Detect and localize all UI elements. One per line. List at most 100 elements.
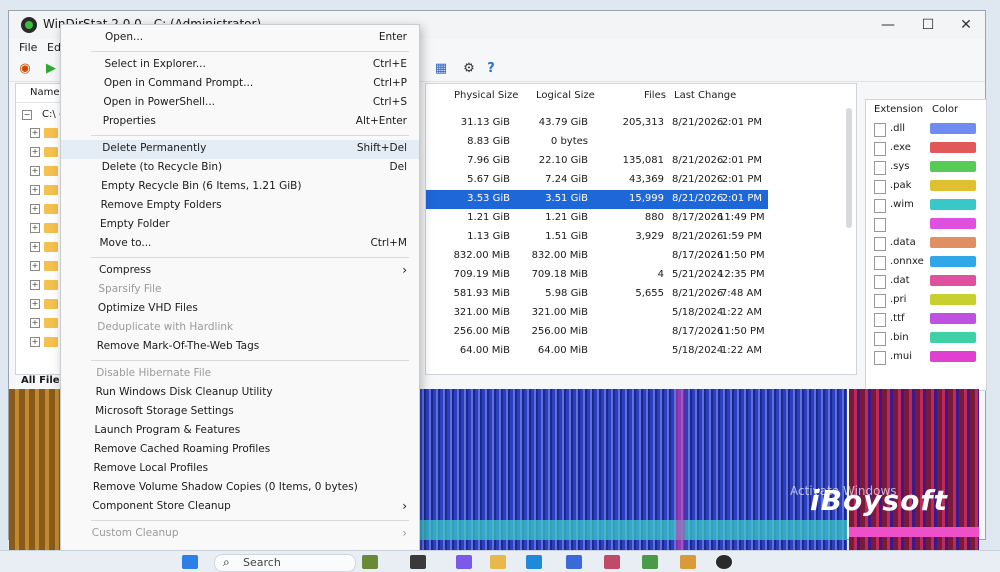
extension-row[interactable]: .dat [866, 272, 986, 291]
taskbar-app-icon[interactable] [604, 555, 620, 569]
extension-row[interactable]: .bin [866, 329, 986, 348]
table-row[interactable]: 709.19 MiB 709.18 MiB 4 5/21/2024 12:35 PM [426, 266, 768, 285]
expand-icon[interactable]: + [30, 261, 40, 271]
column-extension[interactable]: Extension [874, 104, 923, 115]
extension-row[interactable]: .pri [866, 291, 986, 310]
edge-icon[interactable] [526, 555, 542, 569]
treemap-right[interactable] [849, 389, 979, 557]
expand-icon[interactable]: + [30, 128, 40, 138]
context-menu-item[interactable]: Select in Explorer... Ctrl+E [61, 56, 419, 75]
expand-icon[interactable]: + [30, 204, 40, 214]
extension-row[interactable]: .pak [866, 177, 986, 196]
windows-start-icon[interactable] [182, 555, 198, 569]
expand-icon[interactable]: + [30, 166, 40, 176]
taskbar-app-icon[interactable] [362, 555, 378, 569]
context-menu-item[interactable]: Delete Permanently Shift+Del [61, 140, 419, 159]
column-physical-size[interactable]: Physical Size [454, 90, 518, 101]
expand-icon[interactable]: + [30, 299, 40, 309]
column-files[interactable]: Files [644, 90, 666, 101]
cell-files: 15,999 [629, 193, 664, 204]
file-explorer-icon[interactable] [490, 555, 506, 569]
table-row[interactable]: 31.13 GiB 43.79 GiB 205,313 8/21/2026 2:01 P… [426, 114, 768, 133]
close-icon[interactable]: ✕ [951, 15, 981, 35]
context-menu-item[interactable]: Remove Mark-Of-The-Web Tags [61, 338, 419, 357]
context-menu-item[interactable]: Open in Command Prompt... Ctrl+P [61, 75, 419, 94]
extension-row[interactable]: .dll [866, 120, 986, 139]
taskbar-app-icon[interactable] [680, 555, 696, 569]
table-row[interactable]: 321.00 MiB 321.00 MiB 5/18/2024 1:22 AM [426, 304, 768, 323]
extension-row[interactable]: .onnxe [866, 253, 986, 272]
expand-icon[interactable]: + [30, 280, 40, 290]
color-swatch [930, 294, 976, 305]
treemap-left[interactable] [9, 389, 65, 557]
extension-row[interactable] [866, 215, 986, 234]
color-swatch [930, 142, 976, 153]
menu-file[interactable]: File [19, 41, 37, 54]
extension-row[interactable]: .wim [866, 196, 986, 215]
column-last-change[interactable]: Last Change [674, 90, 736, 101]
play-icon[interactable]: ▶ [43, 61, 59, 77]
list-scrollbar[interactable] [846, 108, 852, 228]
context-menu-item[interactable]: Optimize VHD Files [61, 300, 419, 319]
treemap-main[interactable] [419, 389, 847, 557]
taskbar-search[interactable]: ⌕ Search [214, 554, 356, 572]
table-row[interactable]: 7.96 GiB 22.10 GiB 135,081 8/21/2026 2:01 PM [426, 152, 768, 171]
context-menu-item[interactable]: Move to... Ctrl+M [61, 235, 419, 254]
gear-icon[interactable]: ⚙ [461, 61, 477, 77]
copilot-icon[interactable] [456, 555, 472, 569]
extension-row[interactable]: .sys [866, 158, 986, 177]
treemap-icon[interactable]: ▦ [433, 61, 449, 77]
help-icon[interactable]: ? [483, 61, 499, 77]
column-color[interactable]: Color [932, 104, 958, 115]
extension-row[interactable]: .mui [866, 348, 986, 367]
watermark: iBoysoft [810, 484, 948, 517]
column-logical-size[interactable]: Logical Size [536, 90, 595, 101]
taskbar-app-icon[interactable] [642, 555, 658, 569]
collapse-icon[interactable]: − [22, 110, 32, 120]
context-menu-item[interactable]: Remove Local Profiles [61, 460, 419, 479]
windirstat-taskbar-icon[interactable] [716, 555, 732, 569]
extension-row[interactable]: .exe [866, 139, 986, 158]
minimize-icon[interactable]: — [873, 15, 903, 35]
table-row[interactable]: 3.53 GiB 3.51 GiB 15,999 8/21/2026 2:01 PM [426, 190, 768, 209]
context-menu-item[interactable]: Microsoft Storage Settings [61, 403, 419, 422]
table-row[interactable]: 64.00 MiB 64.00 MiB 5/18/2024 1:22 AM [426, 342, 768, 361]
table-row[interactable]: 581.93 MiB 5.98 GiB 5,655 8/21/2026 7:48 AM [426, 285, 768, 304]
extension-row[interactable]: .ttf [866, 310, 986, 329]
context-menu-item[interactable]: Delete (to Recycle Bin) Del [61, 159, 419, 178]
context-menu-item[interactable]: Remove Volume Shadow Copies (0 Items, 0 … [61, 479, 419, 498]
cell-physical-size: 3.53 GiB [467, 193, 510, 204]
context-menu-item[interactable]: Remove Cached Roaming Profiles [61, 441, 419, 460]
taskbar-app-icon[interactable] [410, 555, 426, 569]
context-menu-item[interactable]: Open in PowerShell... Ctrl+S [61, 94, 419, 113]
cell-physical-size: 256.00 MiB [453, 326, 510, 337]
table-row[interactable]: 5.67 GiB 7.24 GiB 43,369 8/21/2026 2:01 PM [426, 171, 768, 190]
menu-item-label: Optimize VHD Files [97, 302, 198, 314]
context-menu-item[interactable]: Properties Alt+Enter [61, 113, 419, 132]
menu-item-shortcut: Ctrl+E [372, 58, 407, 70]
expand-icon[interactable]: + [30, 223, 40, 233]
context-menu-item[interactable]: Run Windows Disk Cleanup Utility [61, 384, 419, 403]
table-row[interactable]: 1.13 GiB 1.51 GiB 3,929 8/21/2026 1:59 PM [426, 228, 768, 247]
expand-icon[interactable]: + [30, 185, 40, 195]
expand-icon[interactable]: + [30, 147, 40, 157]
store-icon[interactable] [566, 555, 582, 569]
refresh-icon[interactable]: ◉ [17, 61, 33, 77]
table-row[interactable]: 8.83 GiB 0 bytes [426, 133, 768, 152]
maximize-icon[interactable]: ☐ [913, 15, 943, 35]
context-menu-item[interactable]: Open... Enter [61, 29, 419, 48]
context-menu-item[interactable]: Empty Folder [61, 216, 419, 235]
context-menu-item[interactable]: Remove Empty Folders [61, 197, 419, 216]
context-menu-item[interactable]: Compress › [61, 262, 419, 281]
context-menu-item[interactable]: Component Store Cleanup › [61, 498, 419, 517]
expand-icon[interactable]: + [30, 318, 40, 328]
context-menu-item[interactable]: Launch Program & Features [61, 422, 419, 441]
table-row[interactable]: 832.00 MiB 832.00 MiB 8/17/2026 11:50 PM [426, 247, 768, 266]
menu-item-label: Component Store Cleanup [92, 500, 231, 512]
context-menu-item[interactable]: Empty Recycle Bin (6 Items, 1.21 GiB) [61, 178, 419, 197]
table-row[interactable]: 1.21 GiB 1.21 GiB 880 8/17/2026 11:49 PM [426, 209, 768, 228]
extension-row[interactable]: .data [866, 234, 986, 253]
expand-icon[interactable]: + [30, 242, 40, 252]
table-row[interactable]: 256.00 MiB 256.00 MiB 8/17/2026 11:50 PM [426, 323, 768, 342]
expand-icon[interactable]: + [30, 337, 40, 347]
